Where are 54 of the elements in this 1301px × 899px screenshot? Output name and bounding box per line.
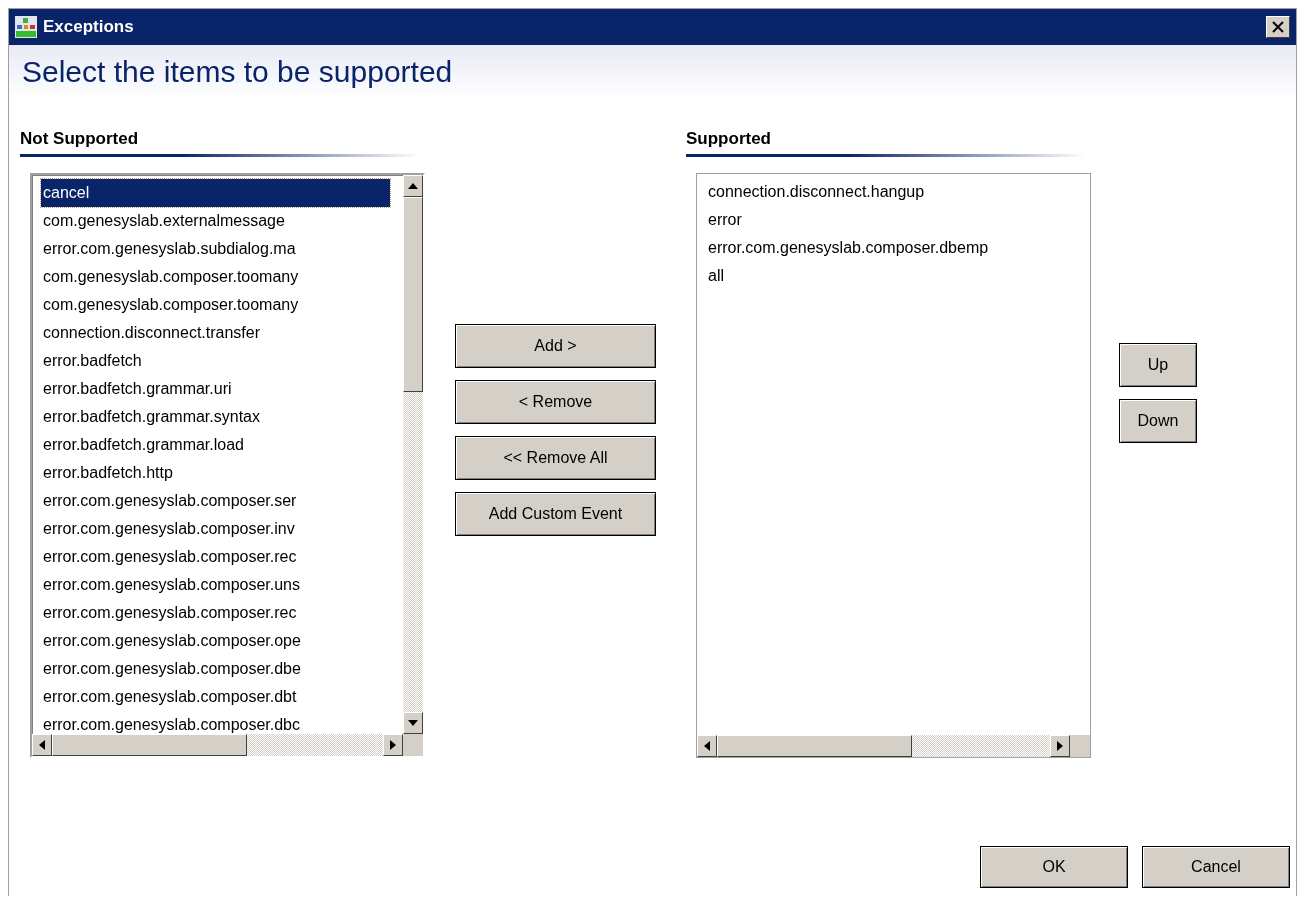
list-item[interactable]: connection.disconnect.hangup — [706, 178, 927, 206]
list-item[interactable]: error.badfetch.http — [41, 459, 175, 487]
horizontal-scrollbar[interactable] — [697, 735, 1070, 757]
dialog-button[interactable]: Cancel — [1142, 846, 1290, 888]
scroll-left-icon[interactable] — [697, 735, 717, 757]
transfer-button[interactable]: Add Custom Event — [455, 492, 656, 536]
list-item[interactable]: com.genesyslab.externalmessage — [41, 207, 287, 235]
list-item[interactable]: all — [706, 262, 726, 290]
scroll-thumb[interactable] — [403, 197, 423, 392]
list-item[interactable]: error.com.genesyslab.composer.dbc — [41, 711, 302, 734]
list-label: Supported — [686, 129, 771, 149]
list-item[interactable]: error.badfetch.grammar.syntax — [41, 403, 262, 431]
dialog-button[interactable]: OK — [980, 846, 1128, 888]
list-item[interactable]: error.com.genesyslab.composer.dbemp — [706, 234, 991, 262]
scroll-right-icon[interactable] — [383, 734, 403, 756]
app-icon — [15, 16, 37, 38]
transfer-button[interactable]: << Remove All — [455, 436, 656, 480]
scroll-up-icon[interactable] — [403, 175, 423, 197]
list-item[interactable]: error.com.genesyslab.composer.dbt — [41, 683, 299, 711]
window-title: Exceptions — [43, 17, 134, 37]
close-icon[interactable] — [1266, 16, 1290, 38]
list-item[interactable]: error.badfetch.grammar.load — [41, 431, 246, 459]
list-item[interactable]: connection.disconnect.transfer — [41, 319, 262, 347]
scroll-thumb[interactable] — [717, 735, 912, 757]
list-item[interactable]: error.badfetch — [41, 347, 144, 375]
scrollbar-corner — [403, 734, 423, 756]
list-box[interactable] — [30, 173, 425, 758]
order-button[interactable]: Down — [1119, 399, 1197, 443]
list-item[interactable]: cancel — [41, 179, 390, 207]
list-item[interactable]: error.com.genesyslab.composer.uns — [41, 571, 302, 599]
list-item[interactable]: error.com.genesyslab.composer.inv — [41, 515, 297, 543]
transfer-button[interactable]: Add > — [455, 324, 656, 368]
order-button[interactable]: Up — [1119, 343, 1197, 387]
list-item[interactable]: com.genesyslab.composer.toomany — [41, 291, 301, 319]
dialog-heading: Select the items to be supported — [22, 55, 453, 89]
horizontal-scrollbar[interactable] — [32, 734, 403, 756]
transfer-button[interactable]: < Remove — [455, 380, 656, 424]
scroll-thumb[interactable] — [52, 734, 247, 756]
list-item[interactable]: error.com.genesyslab.subdialog.ma — [41, 235, 298, 263]
list-item[interactable]: error.com.genesyslab.composer.rec — [41, 599, 299, 627]
scroll-right-icon[interactable] — [1050, 735, 1070, 757]
list-item[interactable]: error.com.genesyslab.composer.rec — [41, 543, 299, 571]
list-item[interactable]: error.com.genesyslab.composer.ope — [41, 627, 303, 655]
list-item[interactable]: com.genesyslab.composer.toomany — [41, 263, 301, 291]
vertical-scrollbar[interactable] — [403, 175, 423, 734]
scroll-down-icon[interactable] — [403, 712, 423, 734]
list-item[interactable]: error.com.genesyslab.composer.dbe — [41, 655, 303, 683]
list-item[interactable]: error — [706, 206, 744, 234]
scroll-left-icon[interactable] — [32, 734, 52, 756]
list-label: Not Supported — [20, 129, 139, 149]
list-box[interactable]: connection.disconnect.hangup error error.com.genesyslab.composer.dbemp all — [696, 173, 1091, 758]
list-item[interactable]: error.com.genesyslab.composer.ser — [41, 487, 299, 515]
scrollbar-corner — [1070, 735, 1090, 757]
list-item[interactable]: error.badfetch.grammar.uri — [41, 375, 234, 403]
